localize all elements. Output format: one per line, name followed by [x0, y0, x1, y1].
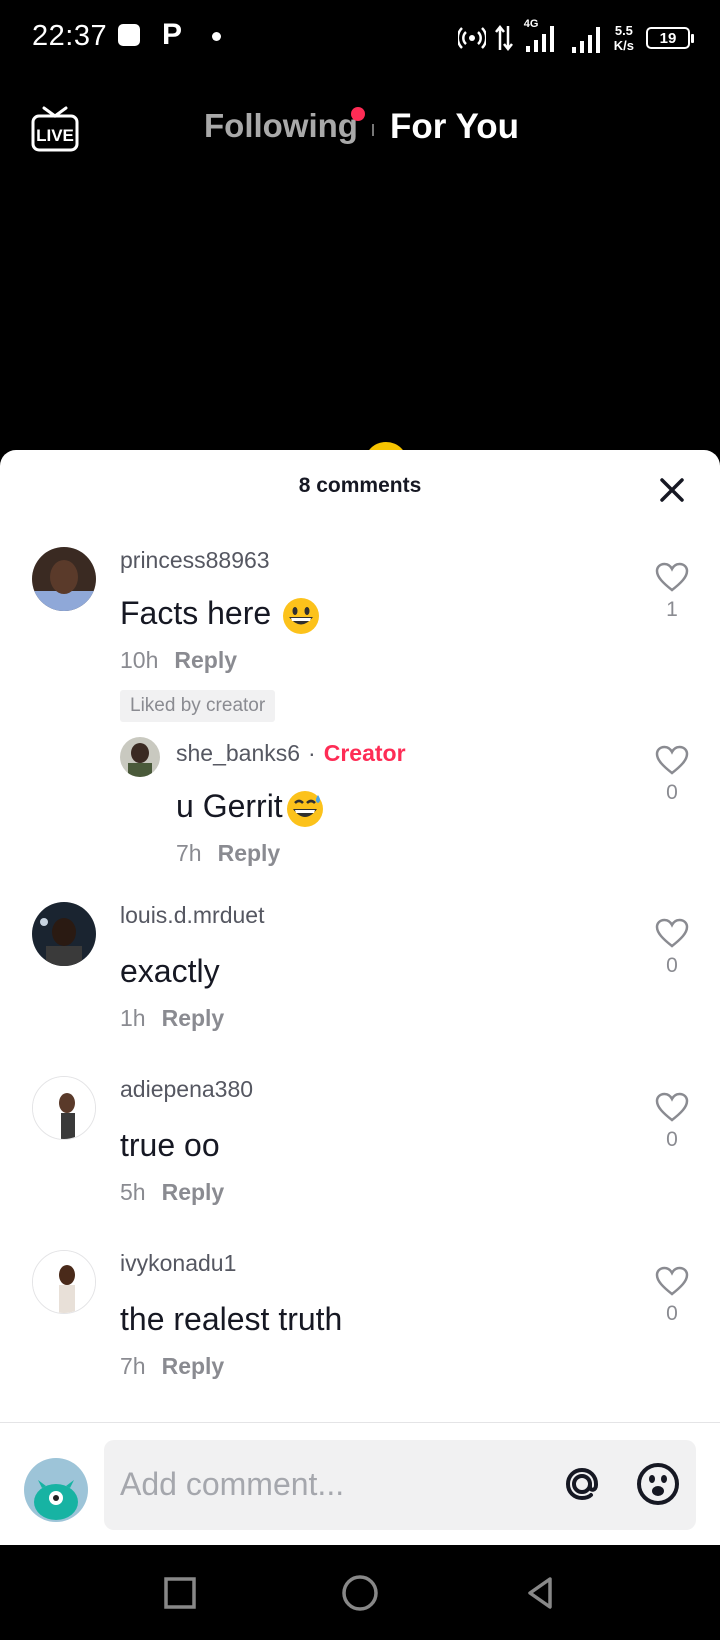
- speed-value: 5.5: [614, 23, 633, 38]
- app-notification-icon: P: [162, 18, 183, 51]
- comment-username[interactable]: louis.d.mrduet: [120, 902, 264, 929]
- live-tv-icon: LIVE: [31, 106, 79, 152]
- comment-time: 10h: [120, 647, 159, 673]
- more-notifications-dot: [212, 32, 221, 41]
- grinning-face-icon: [283, 597, 320, 634]
- reply-username-line: she_banks6 · Creator: [176, 740, 406, 767]
- heart-icon: [655, 745, 689, 775]
- signal-icon: [571, 27, 600, 53]
- reply-time: 7h: [176, 840, 202, 866]
- tab-divider: [372, 124, 374, 136]
- comment-meta: 7h Reply: [120, 1353, 224, 1380]
- avatar[interactable]: [120, 737, 160, 777]
- signal-4g-icon: 4G: [522, 18, 562, 54]
- grinning-sweat-face-icon: [286, 790, 323, 827]
- like-count: 0: [666, 1302, 678, 1325]
- like-button[interactable]: 0: [652, 1266, 692, 1326]
- heart-icon: [655, 1266, 689, 1296]
- emoji-button[interactable]: [634, 1460, 682, 1508]
- comment-username[interactable]: ivykonadu1: [120, 1250, 236, 1277]
- at-icon: [565, 1467, 598, 1501]
- comment-text: Facts here: [120, 595, 321, 636]
- heart-icon: [655, 562, 689, 592]
- like-count: 0: [666, 954, 678, 977]
- comment-meta: 1h Reply: [120, 1005, 224, 1032]
- speed-unit: K/s: [613, 38, 634, 53]
- circle-icon: [342, 1575, 378, 1611]
- home-button[interactable]: [338, 1571, 382, 1615]
- comment-time: 1h: [120, 1005, 146, 1031]
- avatar[interactable]: [32, 1076, 96, 1140]
- heart-icon: [655, 918, 689, 948]
- like-count: 0: [666, 781, 678, 804]
- input-divider: [0, 1422, 720, 1423]
- like-button[interactable]: 0: [652, 918, 692, 978]
- comment-input-placeholder: Add comment...: [120, 1466, 345, 1502]
- notification-square-icon: [118, 24, 140, 46]
- comment-username[interactable]: princess88963: [120, 547, 270, 574]
- tab-following[interactable]: Following: [204, 107, 358, 145]
- comment-username[interactable]: adiepena380: [120, 1076, 253, 1103]
- like-count: 0: [666, 1128, 678, 1151]
- svg-text:LIVE: LIVE: [36, 126, 74, 145]
- liked-by-creator-badge: Liked by creator: [120, 690, 276, 722]
- avatar[interactable]: [32, 902, 96, 966]
- like-button[interactable]: 1: [652, 562, 692, 622]
- comment-text: exactly: [120, 953, 220, 989]
- reply-button[interactable]: Reply: [162, 1353, 225, 1379]
- avatar[interactable]: [32, 547, 96, 611]
- reply-meta: 7h Reply: [176, 840, 280, 867]
- creator-label: Creator: [323, 740, 406, 766]
- comment-text-content: Facts here: [120, 595, 272, 631]
- self-avatar: [24, 1458, 88, 1522]
- status-bar: 22:37 P 4G 5.5 K/s 19: [0, 0, 720, 76]
- emoji-icon: [637, 1463, 679, 1505]
- reply-username[interactable]: she_banks6: [176, 740, 300, 766]
- network-speed: 5.5 K/s: [614, 23, 634, 53]
- close-button[interactable]: [656, 474, 688, 506]
- heart-icon: [655, 1092, 689, 1122]
- like-count: 1: [666, 598, 678, 621]
- reply-text-content: u Gerrit: [176, 788, 283, 824]
- battery-level: 19: [659, 29, 677, 47]
- comment-text: the realest truth: [120, 1301, 343, 1337]
- comment-meta: 5h Reply: [120, 1179, 224, 1206]
- following-notification-dot: [351, 107, 365, 121]
- like-button[interactable]: 0: [652, 1092, 692, 1152]
- reply-button[interactable]: Reply: [174, 647, 237, 673]
- live-button[interactable]: LIVE: [30, 104, 80, 154]
- recents-button[interactable]: [158, 1571, 202, 1615]
- back-triangle-icon: [528, 1577, 552, 1609]
- comment-time: 5h: [120, 1179, 146, 1205]
- comment-meta: 10h Reply: [120, 647, 237, 674]
- data-transfer-icon: [494, 24, 513, 52]
- reply-button[interactable]: Reply: [162, 1179, 225, 1205]
- square-icon: [164, 1577, 196, 1609]
- system-navigation-bar: [0, 1545, 720, 1640]
- comment-input[interactable]: Add comment...: [104, 1440, 696, 1530]
- battery-icon: 19: [646, 27, 694, 49]
- status-indicators: 4G 5.5 K/s 19: [457, 18, 694, 58]
- comments-count-title: 8 comments: [298, 474, 422, 497]
- separator-dot: ·: [308, 740, 316, 766]
- status-time: 22:37: [32, 20, 108, 52]
- like-button[interactable]: 0: [652, 745, 692, 805]
- comment-text: true oo: [120, 1127, 220, 1163]
- reply-button[interactable]: Reply: [218, 840, 281, 866]
- tab-for-you[interactable]: For You: [390, 107, 519, 147]
- reply-text: u Gerrit: [176, 788, 325, 829]
- comment-time: 7h: [120, 1353, 146, 1379]
- comments-sheet: 8 comments princess88963 Facts here 10h R…: [0, 450, 720, 1545]
- avatar[interactable]: [32, 1250, 96, 1314]
- back-button[interactable]: [518, 1571, 562, 1615]
- reply-button[interactable]: Reply: [162, 1005, 225, 1031]
- hotspot-icon: [457, 27, 486, 49]
- close-icon: [660, 478, 684, 502]
- mention-button[interactable]: [558, 1460, 606, 1508]
